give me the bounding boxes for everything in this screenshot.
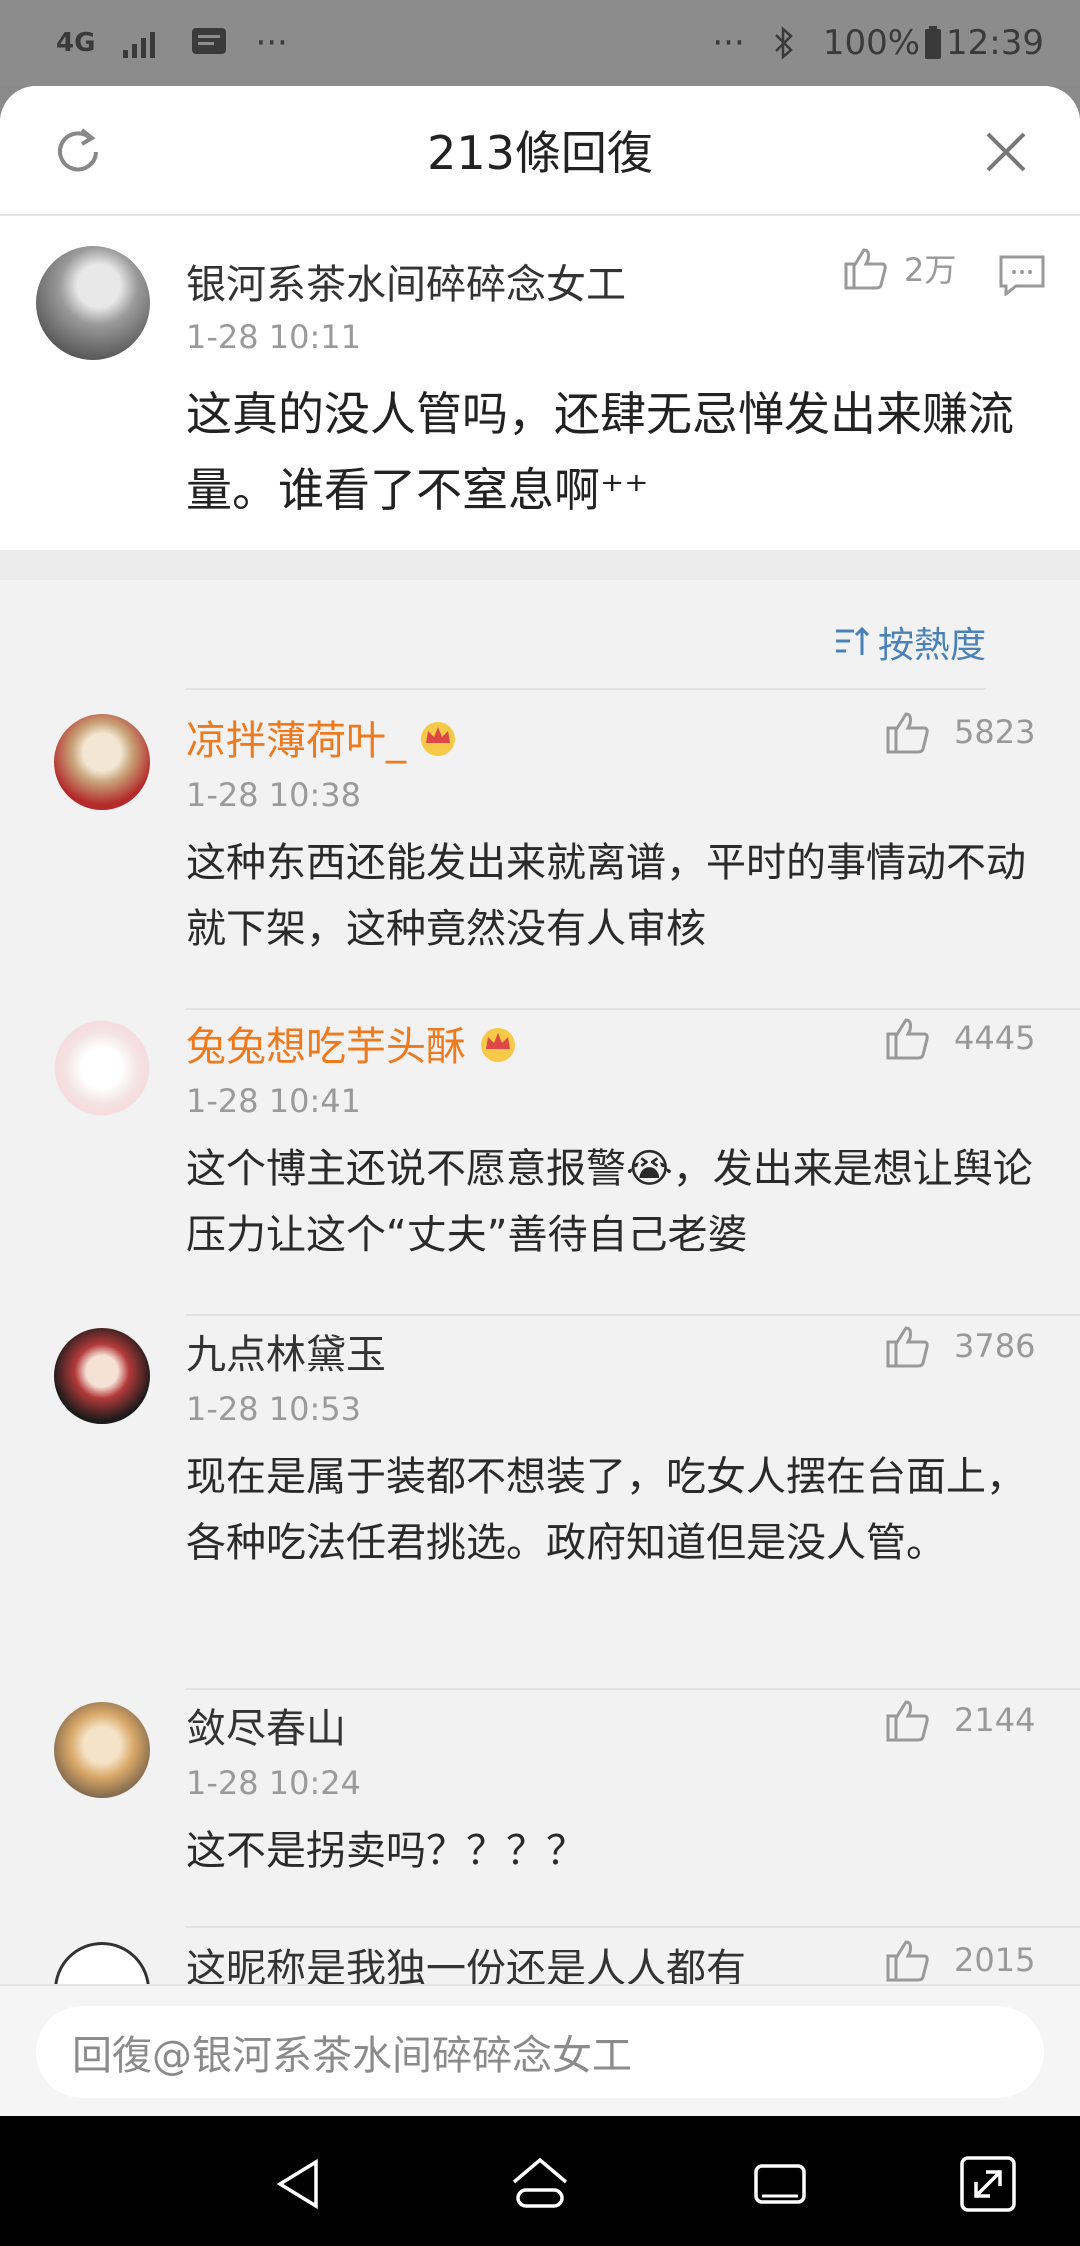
like-button[interactable]: 2144 — [884, 1696, 1035, 1744]
thumbs-up-icon — [886, 1700, 929, 1742]
main-comment: 银河系茶水间碎碎念女工 1-28 10:11 2万 这真的没人管吗，还肆无忌惮发… — [0, 216, 1080, 550]
sort-icon — [835, 626, 870, 655]
vip-crown-icon — [481, 1028, 515, 1062]
system-nav-bar — [0, 2116, 1080, 2246]
back-icon[interactable] — [268, 2152, 332, 2216]
like-count: 2015 — [954, 1941, 1036, 1979]
thumbs-up-icon — [886, 1326, 929, 1368]
comment-time: 1-28 10:53 — [186, 1390, 362, 1428]
like-count: 2144 — [954, 1701, 1036, 1739]
bluetooth-icon — [773, 26, 795, 60]
like-button[interactable]: 4445 — [884, 1014, 1035, 1062]
expand-icon[interactable] — [956, 2152, 1020, 2216]
reply-comment-icon[interactable] — [998, 254, 1046, 300]
avatar[interactable] — [54, 1020, 150, 1116]
thumbs-up-icon — [886, 712, 929, 754]
signal-icon — [123, 28, 163, 58]
reply-text: 这不是拐卖吗？？？？ — [186, 1828, 586, 1874]
sort-row: 按熱度 — [186, 580, 986, 690]
network-4g-icon: 4G — [56, 28, 96, 58]
comment-time: 1-28 10:11 — [186, 318, 362, 356]
thumbs-up-icon — [886, 1940, 929, 1982]
battery-icon — [924, 26, 942, 60]
section-gap — [0, 550, 1080, 580]
like-count: 5823 — [954, 713, 1036, 751]
sheet-header: 213條回復 — [0, 86, 1080, 216]
like-button[interactable]: 2015 — [884, 1936, 1035, 1984]
more-notifications-icon: ··· — [255, 23, 288, 63]
reply-input-bar: 回復@银河系茶水间碎碎念女工 — [0, 1984, 1080, 2116]
reply-input[interactable]: 回復@银河系茶水间碎碎念女工 — [36, 2006, 1044, 2098]
reply-list: 按熱度 凉拌薄荷叶_ 1-28 10:38 5823 这种东西还能发出来就离谱，… — [0, 580, 1080, 2032]
like-count: 4445 — [954, 1019, 1036, 1057]
thumbs-up-icon — [844, 248, 887, 290]
reply-item: 兔兔想吃芋头酥 1-28 10:41 4445 这个博主还说不愿意报警😭，发出来… — [0, 1014, 1080, 1314]
avatar[interactable] — [54, 714, 150, 810]
comment-sheet: 213條回復 银河系茶水间碎碎念女工 1-28 10:11 2万 这真的没人管吗… — [0, 86, 1080, 2116]
reply-item: 敛尽春山 1-28 10:24 2144 这不是拐卖吗？？？？ — [0, 1696, 1080, 1926]
close-icon[interactable] — [980, 126, 1032, 178]
comment-time: 1-28 10:38 — [186, 776, 362, 814]
like-count: 2万 — [904, 251, 957, 289]
sort-button[interactable]: 按熱度 — [834, 616, 986, 668]
avatar[interactable] — [36, 246, 150, 360]
author-name[interactable]: 凉拌薄荷叶_ — [186, 708, 406, 766]
reply-item: 凉拌薄荷叶_ 1-28 10:38 5823 这种东西还能发出来就离谱，平时的事… — [0, 708, 1080, 1008]
avatar[interactable] — [54, 1702, 150, 1798]
message-icon — [191, 27, 227, 59]
author-name[interactable]: 敛尽春山 — [186, 1696, 346, 1754]
divider — [186, 1926, 1080, 1928]
vip-crown-icon — [421, 722, 455, 756]
reply-text: 这个博主还说不愿意报警😭，发出来是想让舆论压力让这个“丈夫”善待自己老婆 — [186, 1146, 1033, 1258]
sort-label: 按熱度 — [877, 625, 986, 666]
sheet-title: 213條回復 — [427, 126, 653, 180]
clock: 12:39 — [946, 23, 1044, 63]
avatar[interactable] — [54, 1328, 150, 1424]
more-icon: ··· — [712, 23, 745, 63]
author-name[interactable]: 九点林黛玉 — [186, 1322, 386, 1380]
like-button[interactable]: 2万 — [842, 244, 956, 292]
divider — [186, 1008, 1080, 1010]
author-name[interactable]: 兔兔想吃芋头酥 — [186, 1014, 466, 1072]
reply-item: 九点林黛玉 1-28 10:53 3786 现在是属于装都不想装了，吃女人摆在台… — [0, 1322, 1080, 1690]
like-count: 3786 — [954, 1327, 1036, 1365]
comment-time: 1-28 10:24 — [186, 1764, 362, 1802]
home-icon[interactable] — [508, 2152, 572, 2216]
thumbs-up-icon — [886, 1018, 929, 1060]
reply-text: 这种东西还能发出来就离谱，平时的事情动不动就下架，这种竟然没有人审核 — [186, 840, 1026, 952]
comment-text: 这真的没人管吗，还肆无忌惮发出来赚流量。谁看了不窒息啊⁺⁺ — [186, 387, 1014, 517]
author-name[interactable]: 银河系茶水间碎碎念女工 — [186, 252, 626, 310]
refresh-icon[interactable] — [50, 124, 106, 180]
status-bar: 4G ··· ··· 100% 12:39 — [0, 0, 1080, 86]
reply-text: 现在是属于装都不想装了，吃女人摆在台面上，各种吃法任君挑选。政府知道但是没人管。 — [186, 1454, 1026, 1566]
divider — [186, 1688, 1080, 1690]
divider — [186, 1314, 1080, 1316]
like-button[interactable]: 5823 — [884, 708, 1035, 756]
battery-level: 100% — [822, 23, 921, 63]
recent-apps-icon[interactable] — [748, 2152, 812, 2216]
comment-time: 1-28 10:41 — [186, 1082, 362, 1120]
like-button[interactable]: 3786 — [884, 1322, 1035, 1370]
